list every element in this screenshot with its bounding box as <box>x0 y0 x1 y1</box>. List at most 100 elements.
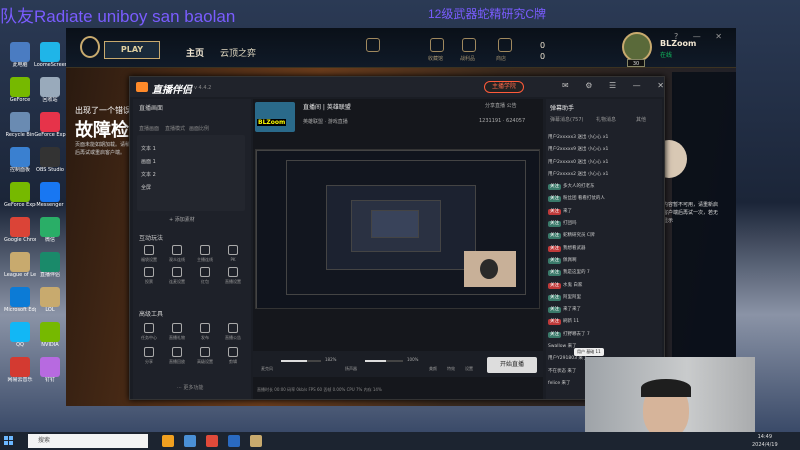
chat-badge: 关注 <box>548 208 561 215</box>
speaker-slider[interactable] <box>365 360 403 362</box>
tool-button[interactable]: 红包 <box>193 267 217 285</box>
pro-academy-button[interactable]: 主播学院 <box>484 81 524 93</box>
news-right-text: 此内容暂不可用，请重新启动客户端后再试一次，若无法显示 <box>658 202 719 224</box>
rank-icon[interactable] <box>366 38 380 52</box>
start-live-button[interactable]: 开始直播 <box>487 357 537 373</box>
tool-button[interactable]: 连麦设置 <box>165 267 189 285</box>
chat-badge: 关注 <box>548 257 561 264</box>
chat-tab-danmaku[interactable]: 弹幕消息(757) <box>550 116 583 123</box>
desktop-icon[interactable]: 微信 <box>34 217 66 243</box>
desktop-icon[interactable]: GeForce <box>4 77 36 103</box>
desktop-icon[interactable]: Google Chrome <box>4 217 36 243</box>
tool-button[interactable]: 任务中心 <box>137 323 161 341</box>
chat-message: 关注 我想看武器 <box>548 243 660 255</box>
tool-button[interactable]: PK <box>221 245 245 262</box>
live-window-controls[interactable]: ✉ ⚙ ☰ — ✕ <box>562 81 664 90</box>
app-icon <box>10 182 30 202</box>
desktop-icon[interactable]: Microsoft Edge <box>4 287 36 313</box>
nav-tft[interactable]: 云顶之弈 <box>220 46 256 59</box>
tool-button[interactable]: 剪辑 <box>221 347 245 365</box>
loot-label: 战利品 <box>460 56 476 62</box>
tool-button[interactable]: 直播礼物 <box>165 323 189 341</box>
desktop-icon[interactable]: QQ <box>4 322 36 348</box>
league-window-controls[interactable]: ? — ✕ <box>674 32 728 41</box>
tool-button[interactable]: 投票 <box>137 267 161 285</box>
desktop-icon[interactable]: Recycle Bin <box>4 112 36 138</box>
effects-button[interactable]: 特效 <box>447 366 455 372</box>
chat-tab-gifts[interactable]: 礼物消息 <box>596 116 616 123</box>
chat-panel: 弹幕助手 弹幕消息(757) 礼物消息 其他 用户2xxxxx3 送出 小心心 … <box>546 99 662 399</box>
scene-tab-2[interactable]: 直播模式 <box>165 125 185 132</box>
chat-message: 关注 粉丝团 看看打仗的人 <box>548 193 660 205</box>
desktop-icon-label: LOL <box>45 307 55 313</box>
collection-icon[interactable] <box>430 38 444 52</box>
taskbar-app-icon[interactable] <box>184 435 196 447</box>
desktop-icon[interactable]: GeForce Exp <box>34 112 66 138</box>
desktop-icon-label: Recycle Bin <box>5 132 35 138</box>
chat-tab-other[interactable]: 其他 <box>636 116 646 123</box>
more-tools-button[interactable]: ··· 更多功能 <box>177 384 203 391</box>
chat-badge: 关注 <box>548 221 561 228</box>
scene-item[interactable]: 文本 2 <box>141 171 156 178</box>
chat-message: 关注 佩佩啊 <box>548 255 660 267</box>
taskbar-app-icon[interactable] <box>250 435 262 447</box>
tool-button[interactable]: 高级设置 <box>193 347 217 365</box>
chat-text: Swallow 来了 <box>548 344 577 350</box>
scene-item[interactable]: 画面 1 <box>141 158 156 165</box>
taskbar-app-icon[interactable] <box>228 435 240 447</box>
nav-home[interactable]: 主页 <box>186 46 204 59</box>
mic-label: 麦克风 <box>261 366 273 371</box>
chat-badge: 关注 <box>548 233 561 240</box>
room-actions[interactable]: 分享直播 公告 <box>485 102 517 109</box>
desktop-icon[interactable]: LoomeScreen <box>34 42 66 68</box>
add-material-button[interactable]: + 添加素材 <box>169 216 195 223</box>
stream-overlay-title: 队友Radiate uniboy san baolan <box>0 7 236 26</box>
settings-button[interactable]: 设置 <box>465 366 473 372</box>
profile-avatar[interactable] <box>622 32 652 62</box>
tool-button[interactable]: 主播连线 <box>193 245 217 263</box>
chat-title: 弹幕助手 <box>550 105 575 112</box>
taskbar-app-icon[interactable] <box>206 435 218 447</box>
mic-slider[interactable] <box>281 360 321 362</box>
desktop-icon[interactable]: GeForce Experience <box>4 182 36 208</box>
desktop-icon[interactable]: League of Legends <box>4 252 36 278</box>
scene-item[interactable]: 文本 1 <box>141 145 156 152</box>
desktop-icon[interactable]: 钉钉 <box>34 357 66 383</box>
tool-button[interactable]: 福袋设置 <box>137 245 161 263</box>
chat-text: 用户2xxxxx2 送出 小心心 x1 <box>548 171 609 177</box>
desktop-icon[interactable]: Messenger <box>34 182 66 208</box>
desktop-icon[interactable]: NVIDIA <box>34 322 66 348</box>
desktop-icon[interactable]: 回收站 <box>34 77 66 103</box>
store-icon[interactable] <box>498 38 512 52</box>
tool-button[interactable]: 发布 <box>193 323 217 341</box>
desktop-icon[interactable]: 网易云音乐 <box>4 357 36 383</box>
beauty-button[interactable]: 美颜 <box>429 366 437 372</box>
league-logo-icon[interactable] <box>80 36 100 58</box>
tool-label: 福袋设置 <box>141 257 157 262</box>
scene-tab-3[interactable]: 画面比例 <box>189 125 209 132</box>
desktop-icon[interactable]: 直播伴侣 <box>34 252 66 278</box>
tool-button[interactable]: 直播设置 <box>221 267 245 285</box>
interact-section-title: 互动玩法 <box>139 235 164 242</box>
tool-button[interactable]: 观众连线 <box>165 245 189 263</box>
streamer-avatar[interactable]: BLZoom <box>255 102 295 132</box>
scene-tab-1[interactable]: 直播画面 <box>139 125 159 132</box>
tool-button[interactable]: 分享 <box>137 347 161 365</box>
tool-button[interactable]: 直播回放 <box>165 347 189 365</box>
tool-label: 直播礼物 <box>169 335 185 340</box>
desktop-icon[interactable]: LOL <box>34 287 66 313</box>
league-topbar: PLAY 主页 云顶之弈 收藏馆 战利品 商店 0 0 30 BLZoom 在线… <box>66 28 736 68</box>
chat-badge: 关注 <box>548 319 561 326</box>
desktop-icon[interactable]: 控制面板 <box>4 147 36 173</box>
scene-item[interactable]: 全屏 <box>141 184 151 191</box>
play-button[interactable]: PLAY <box>104 41 160 59</box>
tool-label: 分享 <box>145 359 153 364</box>
taskbar-app-icon[interactable] <box>162 435 174 447</box>
tool-button[interactable]: 直播公告 <box>221 323 245 341</box>
desktop-icon[interactable]: 此电脑 <box>4 42 36 68</box>
taskbar-search-input[interactable]: 搜索 <box>28 434 148 448</box>
desktop-icon[interactable]: OBS Studio <box>34 147 66 173</box>
mic-value: 182% <box>325 357 337 362</box>
windows-start-icon[interactable] <box>4 436 14 446</box>
loot-icon[interactable] <box>462 38 476 52</box>
